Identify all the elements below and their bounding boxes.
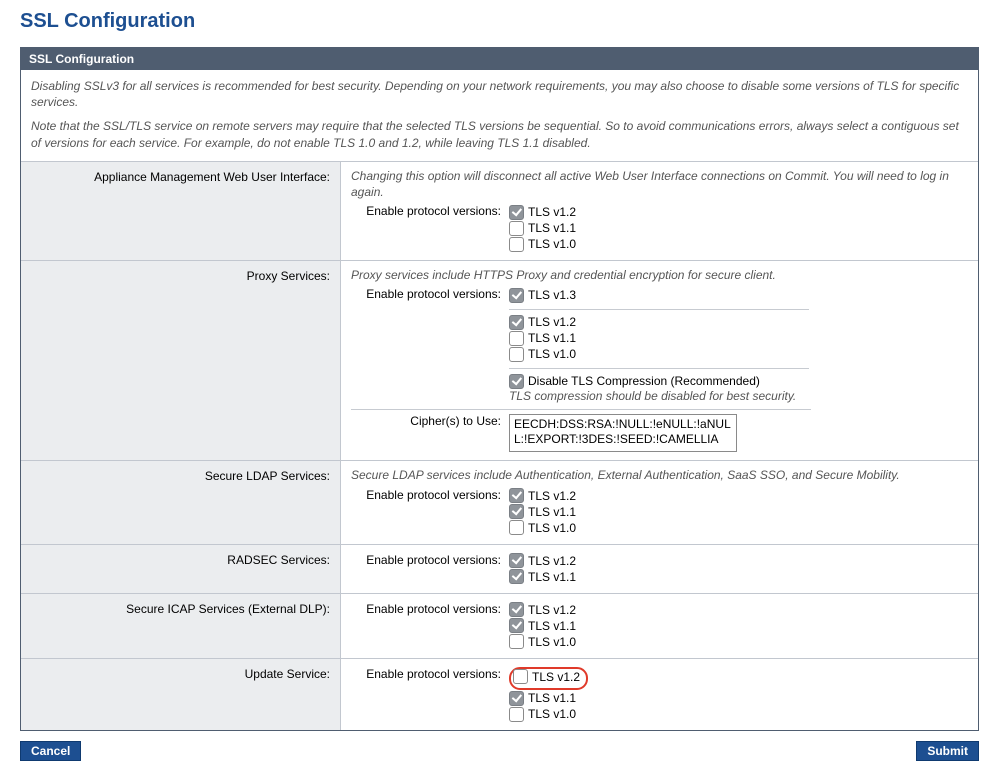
checkbox-tls10[interactable]: TLS v1.0: [509, 634, 576, 650]
page-title: SSL Configuration: [20, 10, 979, 33]
checkbox-label: TLS v1.3: [528, 287, 576, 303]
checkbox-icon: [509, 553, 524, 568]
checkbox-label: TLS v1.2: [528, 314, 576, 330]
note-paragraph: Disabling SSLv3 for all services is reco…: [31, 78, 968, 110]
checkbox-tls12[interactable]: TLS v1.2: [509, 488, 576, 504]
checkbox-tls10[interactable]: TLS v1.0: [509, 346, 809, 362]
checkbox-tls12[interactable]: TLS v1.2: [509, 602, 576, 618]
checkbox-disable-tls-compression[interactable]: Disable TLS Compression (Recommended): [509, 373, 809, 389]
checkbox-icon: [509, 602, 524, 617]
checkbox-tls12[interactable]: TLS v1.2: [509, 314, 809, 330]
checkbox-icon: [513, 669, 528, 684]
checkbox-tls11[interactable]: TLS v1.1: [509, 330, 809, 346]
enable-protocol-label: Enable protocol versions:: [351, 287, 501, 301]
panel-notes: Disabling SSLv3 for all services is reco…: [21, 70, 978, 162]
checkbox-label: TLS v1.1: [528, 504, 576, 520]
checkbox-icon: [509, 205, 524, 220]
note-paragraph: Note that the SSL/TLS service on remote …: [31, 118, 968, 150]
checkbox-icon: [509, 331, 524, 346]
checkbox-label: TLS v1.2: [532, 669, 580, 685]
checkbox-tls11[interactable]: TLS v1.1: [509, 690, 588, 706]
service-row-appliance: Appliance Management Web User Interface:…: [21, 162, 978, 261]
checkbox-label: TLS v1.1: [528, 690, 576, 706]
compression-note: TLS compression should be disabled for b…: [509, 389, 809, 403]
enable-protocol-label: Enable protocol versions:: [351, 553, 501, 567]
service-description: Changing this option will disconnect all…: [351, 168, 968, 200]
service-label: RADSEC Services:: [21, 545, 341, 593]
checkbox-tls13[interactable]: TLS v1.3: [509, 287, 809, 303]
checkbox-icon: [509, 520, 524, 535]
service-label: Appliance Management Web User Interface:: [21, 162, 341, 260]
service-row-proxy: Proxy Services: Proxy services include H…: [21, 261, 978, 461]
separator: [351, 409, 811, 410]
service-row-ldap: Secure LDAP Services: Secure LDAP servic…: [21, 461, 978, 544]
panel-header: SSL Configuration: [21, 48, 978, 70]
service-row-radsec: RADSEC Services: Enable protocol version…: [21, 545, 978, 594]
separator: [509, 368, 809, 369]
checkbox-icon: [509, 488, 524, 503]
button-bar: Cancel Submit: [20, 741, 979, 761]
enable-protocol-label: Enable protocol versions:: [351, 602, 501, 616]
service-row-update: Update Service: Enable protocol versions…: [21, 659, 978, 731]
checkbox-icon: [509, 374, 524, 389]
service-label: Secure ICAP Services (External DLP):: [21, 594, 341, 658]
checkbox-tls11[interactable]: TLS v1.1: [509, 504, 576, 520]
service-description: Secure LDAP services include Authenticat…: [351, 467, 968, 483]
checkbox-icon: [509, 634, 524, 649]
checkbox-icon: [509, 347, 524, 362]
cipher-input[interactable]: [509, 414, 737, 452]
checkbox-label: TLS v1.1: [528, 618, 576, 634]
checkbox-tls10[interactable]: TLS v1.0: [509, 520, 576, 536]
checkbox-tls12[interactable]: TLS v1.2: [509, 553, 576, 569]
ciphers-label: Cipher(s) to Use:: [351, 414, 501, 428]
checkbox-tls12[interactable]: TLS v1.2: [513, 669, 580, 685]
cancel-button[interactable]: Cancel: [20, 741, 81, 761]
separator: [509, 309, 809, 310]
checkbox-label: TLS v1.0: [528, 520, 576, 536]
checkbox-icon: [509, 221, 524, 236]
checkbox-label: TLS v1.2: [528, 204, 576, 220]
checkbox-label: Disable TLS Compression (Recommended): [528, 373, 760, 389]
checkbox-icon: [509, 237, 524, 252]
checkbox-label: TLS v1.0: [528, 236, 576, 252]
checkbox-label: TLS v1.0: [528, 346, 576, 362]
checkbox-label: TLS v1.2: [528, 602, 576, 618]
checkbox-tls10[interactable]: TLS v1.0: [509, 706, 588, 722]
ssl-config-panel: SSL Configuration Disabling SSLv3 for al…: [20, 47, 979, 731]
checkbox-icon: [509, 618, 524, 633]
service-row-icap: Secure ICAP Services (External DLP): Ena…: [21, 594, 978, 659]
enable-protocol-label: Enable protocol versions:: [351, 667, 501, 681]
checkbox-tls10[interactable]: TLS v1.0: [509, 236, 576, 252]
checkbox-icon: [509, 569, 524, 584]
service-label: Proxy Services:: [21, 261, 341, 460]
checkbox-label: TLS v1.1: [528, 569, 576, 585]
checkbox-label: TLS v1.0: [528, 634, 576, 650]
checkbox-label: TLS v1.2: [528, 553, 576, 569]
submit-button[interactable]: Submit: [916, 741, 979, 761]
checkbox-tls11[interactable]: TLS v1.1: [509, 220, 576, 236]
checkbox-label: TLS v1.1: [528, 220, 576, 236]
checkbox-label: TLS v1.1: [528, 330, 576, 346]
checkbox-label: TLS v1.0: [528, 706, 576, 722]
checkbox-icon: [509, 288, 524, 303]
checkbox-icon: [509, 315, 524, 330]
checkbox-tls11[interactable]: TLS v1.1: [509, 618, 576, 634]
checkbox-tls11[interactable]: TLS v1.1: [509, 569, 576, 585]
service-label: Secure LDAP Services:: [21, 461, 341, 543]
enable-protocol-label: Enable protocol versions:: [351, 204, 501, 218]
service-label: Update Service:: [21, 659, 341, 731]
checkbox-icon: [509, 707, 524, 722]
highlighted-option: TLS v1.2: [509, 667, 588, 691]
service-description: Proxy services include HTTPS Proxy and c…: [351, 267, 968, 283]
checkbox-icon: [509, 504, 524, 519]
checkbox-tls12[interactable]: TLS v1.2: [509, 204, 576, 220]
enable-protocol-label: Enable protocol versions:: [351, 488, 501, 502]
checkbox-icon: [509, 691, 524, 706]
checkbox-label: TLS v1.2: [528, 488, 576, 504]
